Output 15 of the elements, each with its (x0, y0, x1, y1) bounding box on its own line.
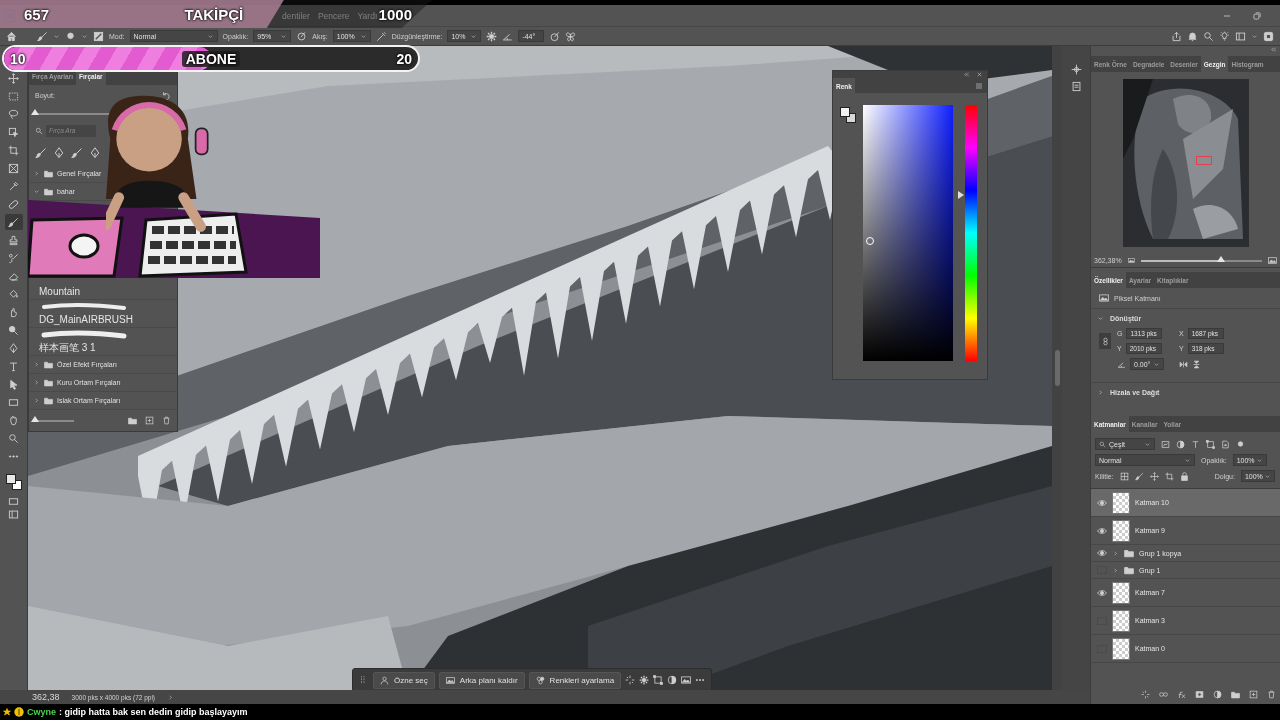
goal-current: 657 (24, 5, 50, 23)
task-button[interactable]: Arka planı kaldır (438, 671, 525, 689)
zoom-level: 362,38 (32, 692, 60, 702)
brush-name[interactable]: Mountain (39, 286, 167, 298)
brush-name[interactable]: 样本画笔 3 1 (39, 342, 167, 354)
goal-target: 1000 (378, 5, 412, 23)
task-button[interactable]: Renkleri ayarlama (528, 671, 622, 689)
goal-current: 10 (10, 50, 26, 67)
chat-username: Cwyne (27, 707, 56, 717)
goal-label: ABONE (181, 50, 241, 67)
goal-target: 20 (396, 50, 412, 67)
brush-name[interactable]: DG_MainAIRBRUSH (39, 314, 167, 326)
chat-message: : gidip hatta bak sen dedin gidip başlayayım (59, 707, 248, 717)
goal-label: TAKİPÇİ (184, 5, 244, 23)
task-button[interactable]: Özne seç (373, 671, 435, 689)
